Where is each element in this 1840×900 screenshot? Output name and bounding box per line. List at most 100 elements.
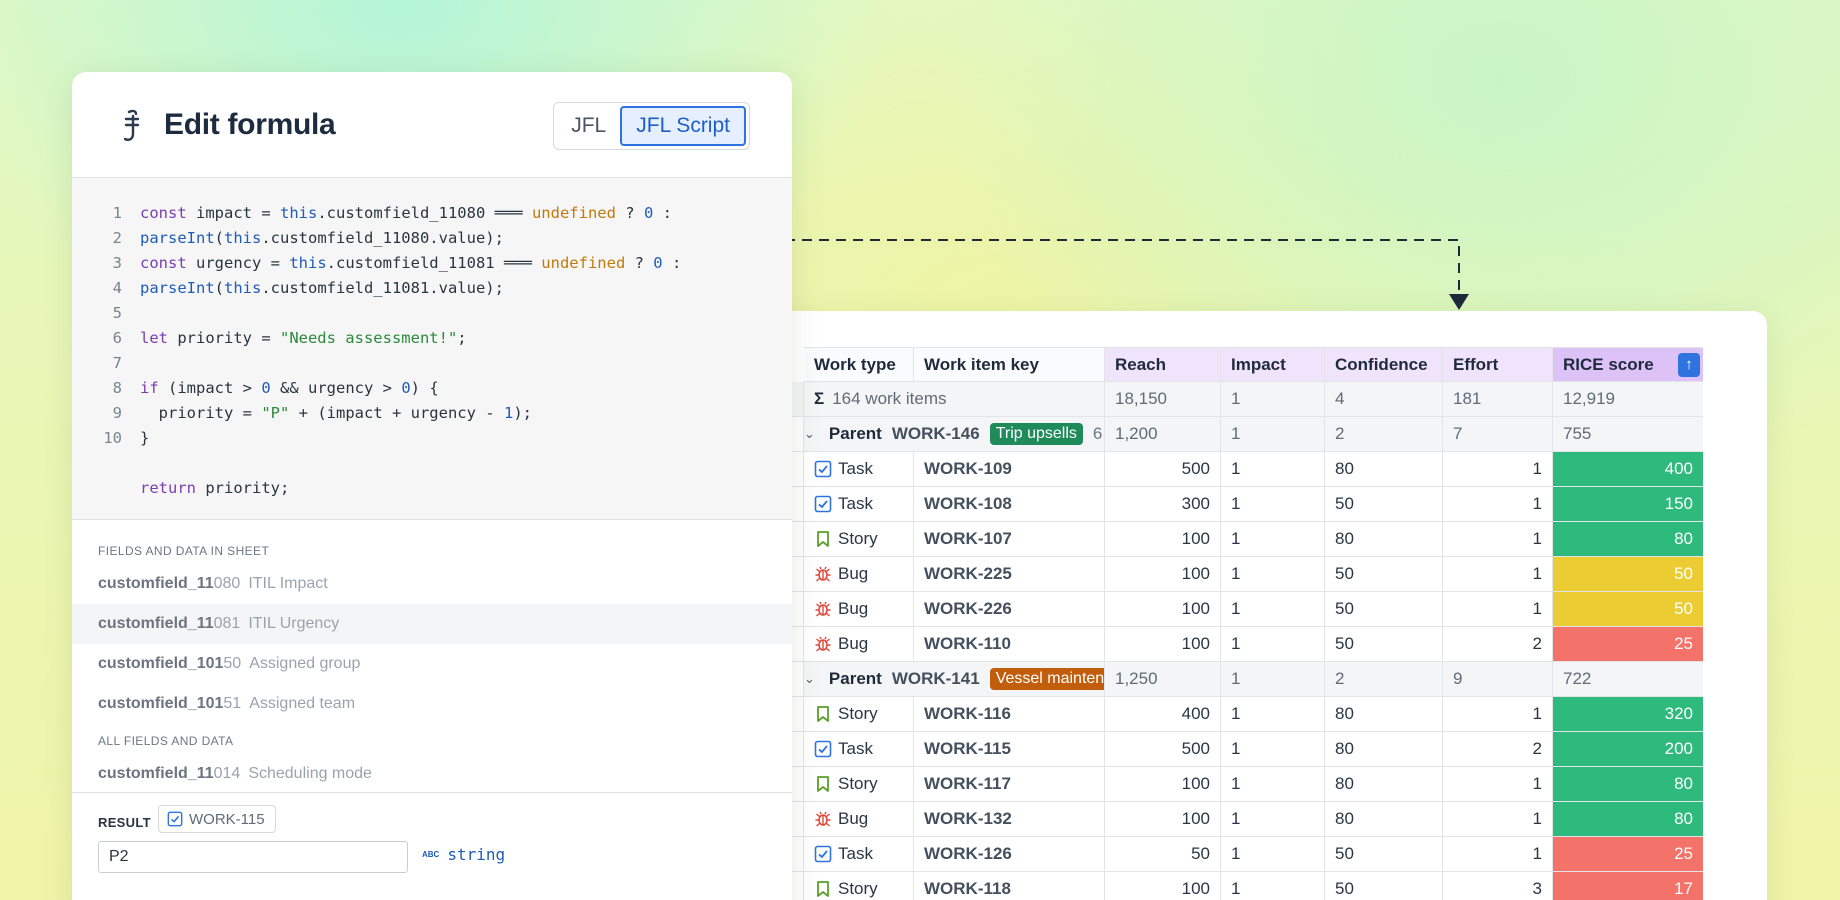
impact-cell[interactable]: 1 [1221,522,1325,557]
effort-cell[interactable]: 1 [1443,837,1553,872]
reach-cell[interactable]: 500 [1105,732,1221,767]
result-item-chip[interactable]: WORK-115 [158,805,276,833]
confidence-cell[interactable]: 80 [1325,452,1443,487]
reach-cell[interactable]: 300 [1105,487,1221,522]
field-suggestion-item[interactable]: customfield_11080 ITIL Impact [72,564,792,604]
impact-cell[interactable]: 1 [1221,872,1325,900]
mode-jfl-script-button[interactable]: JFL Script [620,106,746,146]
field-suggestion-item[interactable]: customfield_10151 Assigned team [72,684,792,724]
confidence-cell[interactable]: 80 [1325,767,1443,802]
parent-key[interactable]: WORK-146 [892,424,980,444]
parent-cell[interactable]: ⌄ Parent WORK-146 Trip upsells 6 w [804,417,1105,452]
reach-cell[interactable]: 100 [1105,557,1221,592]
effort-cell[interactable]: 2 [1443,627,1553,662]
impact-cell[interactable]: 1 [1221,627,1325,662]
work-item-key[interactable]: WORK-107 [924,529,1012,549]
work-type-cell[interactable]: Bug [804,592,914,627]
code-editor[interactable]: 1 const impact = this.customfield_11080 ═… [72,178,792,520]
work-type-cell[interactable]: Bug [804,802,914,837]
header-work-item-key[interactable]: Work item key [914,347,1105,382]
work-type-cell[interactable]: Task [804,452,914,487]
work-item-key[interactable]: WORK-116 [924,704,1011,724]
impact-cell[interactable]: 1 [1221,802,1325,837]
work-item-key[interactable]: WORK-118 [924,879,1011,899]
impact-cell[interactable]: 1 [1221,592,1325,627]
effort-cell[interactable]: 1 [1443,452,1553,487]
header-reach[interactable]: Reach [1105,347,1221,382]
confidence-cell[interactable]: 50 [1325,872,1443,900]
work-item-key-cell[interactable]: WORK-225 [914,557,1105,592]
confidence-cell[interactable]: 80 [1325,802,1443,837]
reach-cell[interactable]: 100 [1105,802,1221,837]
header-rice-score[interactable]: RICE score ↑ [1553,347,1703,382]
reach-cell[interactable]: 100 [1105,627,1221,662]
reach-cell[interactable]: 100 [1105,767,1221,802]
work-item-key[interactable]: WORK-225 [924,564,1012,584]
header-effort[interactable]: Effort [1443,347,1553,382]
work-item-key[interactable]: WORK-109 [924,459,1012,479]
work-item-key-cell[interactable]: WORK-110 [914,627,1105,662]
work-item-key[interactable]: WORK-117 [924,774,1011,794]
reach-cell[interactable]: 50 [1105,837,1221,872]
impact-cell[interactable]: 1 [1221,837,1325,872]
work-item-key[interactable]: WORK-115 [924,739,1011,759]
header-confidence[interactable]: Confidence [1325,347,1443,382]
parent-key[interactable]: WORK-141 [892,669,980,689]
sort-ascending-icon[interactable]: ↑ [1678,352,1700,377]
header-impact[interactable]: Impact [1221,347,1325,382]
confidence-cell[interactable]: 80 [1325,697,1443,732]
work-item-key[interactable]: WORK-108 [924,494,1012,514]
work-item-key-cell[interactable]: WORK-118 [914,872,1105,900]
effort-cell[interactable]: 2 [1443,732,1553,767]
impact-cell[interactable]: 1 [1221,767,1325,802]
impact-cell[interactable]: 1 [1221,557,1325,592]
work-item-key-cell[interactable]: WORK-132 [914,802,1105,837]
work-type-cell[interactable]: Task [804,487,914,522]
work-item-key-cell[interactable]: WORK-226 [914,592,1105,627]
work-type-cell[interactable]: Bug [804,627,914,662]
parent-cell[interactable]: ⌄ Parent WORK-141 Vessel maintenan [804,662,1105,697]
effort-cell[interactable]: 1 [1443,592,1553,627]
confidence-cell[interactable]: 50 [1325,592,1443,627]
confidence-cell[interactable]: 50 [1325,557,1443,592]
work-item-key[interactable]: WORK-126 [924,844,1012,864]
work-type-cell[interactable]: Story [804,767,914,802]
work-item-key-cell[interactable]: WORK-117 [914,767,1105,802]
result-value-field[interactable]: P2 [98,841,408,873]
effort-cell[interactable]: 1 [1443,487,1553,522]
work-item-key-cell[interactable]: WORK-109 [914,452,1105,487]
work-item-key-cell[interactable]: WORK-116 [914,697,1105,732]
effort-cell[interactable]: 1 [1443,522,1553,557]
effort-cell[interactable]: 1 [1443,697,1553,732]
confidence-cell[interactable]: 80 [1325,732,1443,767]
work-type-cell[interactable]: Story [804,522,914,557]
chevron-down-icon[interactable]: ⌄ [804,671,815,687]
reach-cell[interactable]: 100 [1105,592,1221,627]
work-type-cell[interactable]: Task [804,837,914,872]
work-type-cell[interactable]: Bug [804,557,914,592]
work-item-key[interactable]: WORK-132 [924,809,1012,829]
effort-cell[interactable]: 1 [1443,802,1553,837]
effort-cell[interactable]: 1 [1443,557,1553,592]
reach-cell[interactable]: 100 [1105,522,1221,557]
effort-cell[interactable]: 3 [1443,872,1553,900]
impact-cell[interactable]: 1 [1221,452,1325,487]
confidence-cell[interactable]: 80 [1325,522,1443,557]
field-suggestion-item[interactable]: customfield_11014 Scheduling mode [72,754,792,794]
work-type-cell[interactable]: Story [804,697,914,732]
confidence-cell[interactable]: 50 [1325,627,1443,662]
work-item-key-cell[interactable]: WORK-107 [914,522,1105,557]
impact-cell[interactable]: 1 [1221,487,1325,522]
work-type-cell[interactable]: Story [804,872,914,900]
reach-cell[interactable]: 500 [1105,452,1221,487]
confidence-cell[interactable]: 50 [1325,837,1443,872]
work-item-key-cell[interactable]: WORK-126 [914,837,1105,872]
mode-jfl-button[interactable]: JFL [557,106,620,146]
work-item-key-cell[interactable]: WORK-108 [914,487,1105,522]
work-item-key[interactable]: WORK-110 [924,634,1011,654]
impact-cell[interactable]: 1 [1221,697,1325,732]
chevron-down-icon[interactable]: ⌄ [804,426,815,442]
work-type-cell[interactable]: Task [804,732,914,767]
reach-cell[interactable]: 400 [1105,697,1221,732]
effort-cell[interactable]: 1 [1443,767,1553,802]
